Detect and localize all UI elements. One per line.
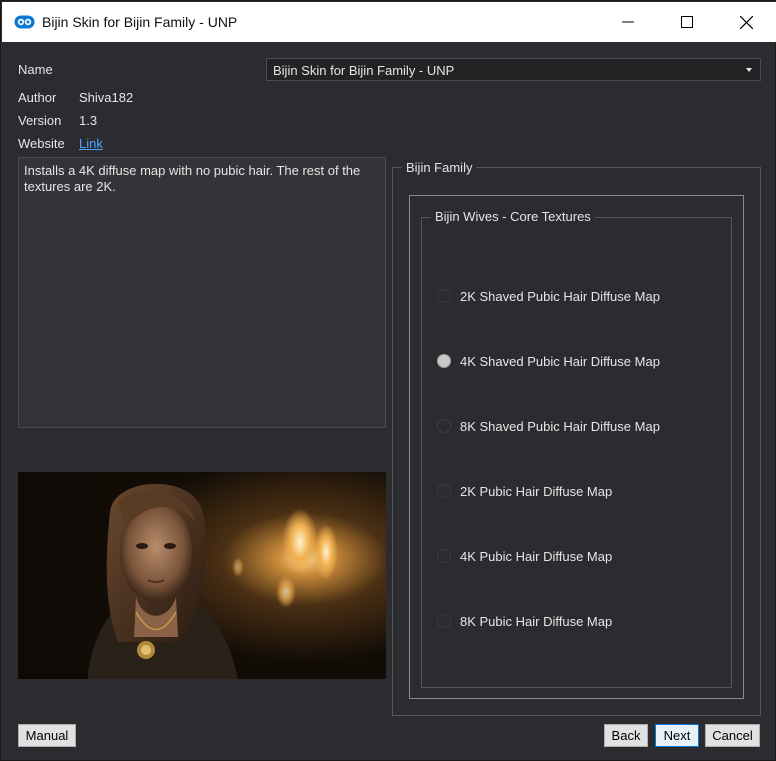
manual-button[interactable]: Manual [18,724,76,747]
name-dropdown[interactable]: Bijin Skin for Bijin Family - UNP [266,58,761,81]
option-8k-shaved[interactable]: 8K Shaved Pubic Hair Diffuse Map [437,417,660,435]
website-link[interactable]: Link [79,136,103,151]
author-label: Author [18,90,57,105]
version-value: 1.3 [79,113,98,128]
option-label: 8K Shaved Pubic Hair Diffuse Map [460,418,660,434]
close-button[interactable] [717,2,775,42]
name-label: Name [18,62,53,77]
author-value: Shiva182 [79,90,134,105]
installer-window: Bijin Skin for Bijin Family - UNP Name B… [0,0,776,761]
mod-organizer-icon [14,15,35,29]
radio-button-selected[interactable] [437,354,451,368]
option-label: 2K Shaved Pubic Hair Diffuse Map [460,288,660,304]
name-dropdown-value: Bijin Skin for Bijin Family - UNP [273,63,455,78]
radio-button[interactable] [437,614,451,628]
option-label: 8K Pubic Hair Diffuse Map [460,613,613,629]
option-8k-pubic[interactable]: 8K Pubic Hair Diffuse Map [437,612,612,630]
preview-image [18,472,386,679]
maximize-icon [681,16,693,28]
radio-button[interactable] [437,289,451,303]
option-2k-shaved[interactable]: 2K Shaved Pubic Hair Diffuse Map [437,287,660,305]
minimize-icon [622,21,634,23]
back-button[interactable]: Back [604,724,648,747]
window-title: Bijin Skin for Bijin Family - UNP [42,14,238,30]
option-4k-shaved[interactable]: 4K Shaved Pubic Hair Diffuse Map [437,352,660,370]
minimize-button[interactable] [599,2,657,42]
maximize-button[interactable] [658,2,716,42]
chevron-down-icon [746,68,752,72]
radio-button[interactable] [437,484,451,498]
option-label: 2K Pubic Hair Diffuse Map [460,483,613,499]
next-button[interactable]: Next [655,724,699,747]
title-bar[interactable]: Bijin Skin for Bijin Family - UNP [2,2,776,42]
radio-button[interactable] [437,549,451,563]
bijin-family-group-title: Bijin Family [402,160,477,175]
radio-button[interactable] [437,419,451,433]
core-textures-group-title: Bijin Wives - Core Textures [431,209,595,224]
version-label: Version [18,113,62,128]
option-label: 4K Shaved Pubic Hair Diffuse Map [460,353,660,369]
option-4k-pubic[interactable]: 4K Pubic Hair Diffuse Map [437,547,612,565]
cancel-button[interactable]: Cancel [705,724,760,747]
close-icon [739,15,753,29]
website-label: Website [18,136,65,151]
description-box[interactable]: Installs a 4K diffuse map with no pubic … [18,157,386,428]
option-2k-pubic[interactable]: 2K Pubic Hair Diffuse Map [437,482,612,500]
option-label: 4K Pubic Hair Diffuse Map [460,548,613,564]
